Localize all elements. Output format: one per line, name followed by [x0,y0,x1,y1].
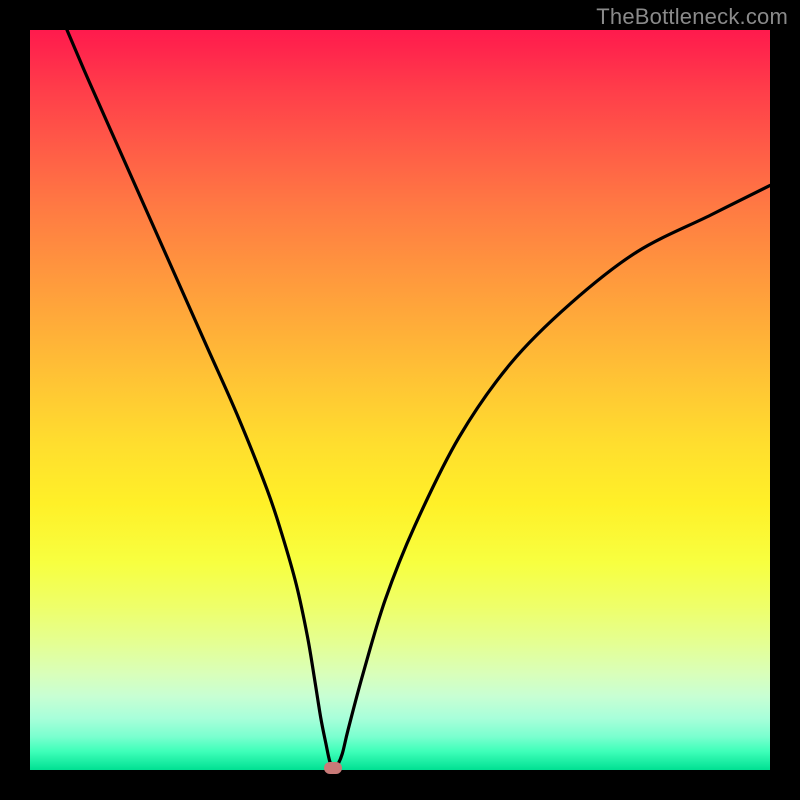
plot-area [30,30,770,770]
minimum-marker [324,762,342,774]
chart-frame: TheBottleneck.com [0,0,800,800]
curve-path [67,30,770,768]
watermark-text: TheBottleneck.com [596,4,788,30]
bottleneck-curve [30,30,770,770]
